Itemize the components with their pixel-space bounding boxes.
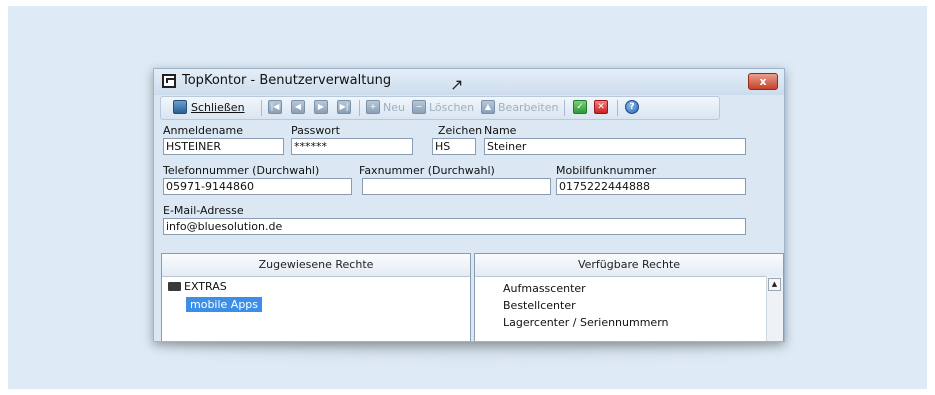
available-rights-panel: Verfügbare Rechte Aufmasscenter Bestellc… [474,253,784,341]
mouse-cursor-icon: ↗ [450,75,464,94]
close-toolbar-button[interactable]: Schließen [191,101,245,114]
available-right-item[interactable]: Lagercenter / Seriennummern [503,316,669,329]
toolbar-separator [564,100,565,116]
edit-button[interactable]: Bearbeiten [498,101,558,114]
phone-field[interactable]: 05971-9144860 [163,178,352,195]
phone-label: Telefonnummer (Durchwahl) [163,164,320,177]
first-record-icon[interactable]: |◀ [268,100,282,114]
toolbar: Schließen |◀ ◀ ▶ ▶| + Neu − Löschen ▲ Be… [160,96,720,120]
email-label: E-Mail-Adresse [163,204,244,217]
app-icon [162,74,176,88]
login-field[interactable]: HSTEINER [163,138,284,155]
window-close-button[interactable]: x [748,73,778,90]
help-icon[interactable]: ? [625,100,639,114]
next-record-icon[interactable]: ▶ [314,100,328,114]
fax-label: Faxnummer (Durchwahl) [359,164,495,177]
assigned-rights-panel: Zugewiesene Rechte EXTRAS mobile Apps [161,253,471,341]
confirm-icon[interactable]: ✓ [573,100,587,114]
title-bar[interactable]: TopKontor - Benutzerverwaltung ↗ x [154,69,784,95]
window-title: TopKontor - Benutzerverwaltung [182,73,392,88]
toolbar-separator [261,100,262,116]
assigned-rights-header: Zugewiesene Rechte [162,254,470,277]
new-button[interactable]: Neu [383,101,405,114]
fax-field[interactable] [362,178,551,195]
available-right-item[interactable]: Aufmasscenter [503,282,586,295]
assigned-right-item[interactable]: mobile Apps [186,297,263,312]
last-record-icon[interactable]: ▶| [337,100,351,114]
login-label: Anmeldename [163,124,243,137]
email-field[interactable]: info@bluesolution.de [163,218,746,235]
toolbar-separator [359,100,360,116]
initials-label: Zeichen [438,124,483,137]
password-field[interactable]: ****** [291,138,413,155]
delete-button[interactable]: Löschen [429,101,474,114]
available-rights-header: Verfügbare Rechte [475,254,783,277]
folder-label: EXTRAS [184,280,227,293]
folder-open-icon [168,282,181,291]
delete-icon[interactable]: − [412,100,426,114]
initials-field[interactable]: HS [432,138,476,155]
toolbar-separator [617,100,618,116]
name-field[interactable]: Steiner [484,138,746,155]
available-rights-scrollbar[interactable]: ▲ [766,276,783,341]
available-right-item[interactable]: Bestellcenter [503,299,576,312]
edit-icon[interactable]: ▲ [481,100,495,114]
door-icon[interactable] [173,100,187,114]
mobile-field[interactable]: 0175222444888 [556,178,746,195]
new-icon[interactable]: + [366,100,380,114]
scroll-up-arrow-icon[interactable]: ▲ [768,278,781,291]
name-label: Name [484,124,517,137]
previous-record-icon[interactable]: ◀ [291,100,305,114]
mobile-label: Mobilfunknummer [556,164,657,177]
cancel-icon[interactable]: ✕ [594,100,608,114]
password-label: Passwort [291,124,340,137]
user-management-window: TopKontor - Benutzerverwaltung ↗ x Schli… [153,68,785,342]
assigned-rights-folder[interactable]: EXTRAS [168,280,227,293]
